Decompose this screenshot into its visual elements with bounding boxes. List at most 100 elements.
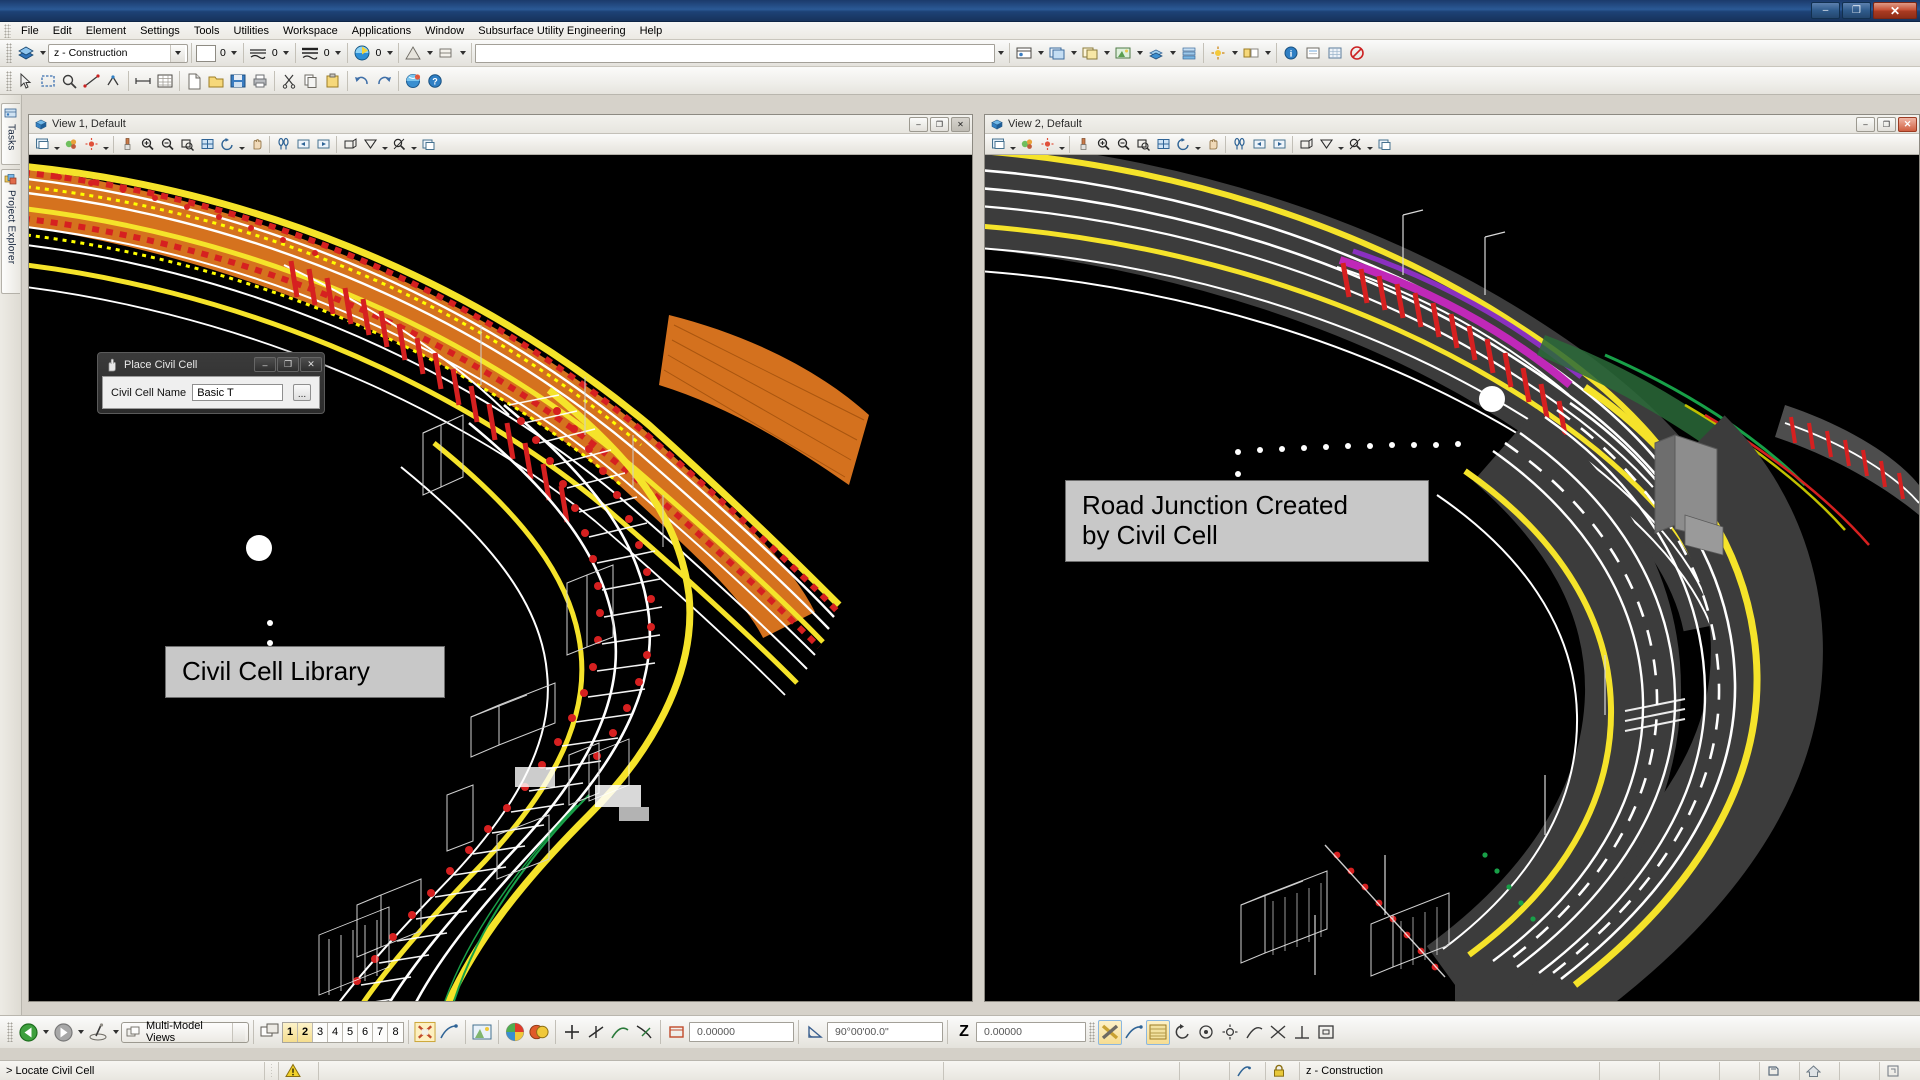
paste-icon[interactable]	[322, 70, 344, 92]
toggle-views-button[interactable]	[258, 1020, 282, 1045]
view-2-window-controls[interactable]: – ❐ ✕	[1856, 116, 1919, 132]
models-icon[interactable]	[1046, 42, 1068, 64]
table-icon[interactable]	[154, 70, 176, 92]
status-alert[interactable]	[279, 1061, 319, 1080]
print-icon[interactable]	[249, 70, 271, 92]
view-toggle-7[interactable]: 7	[373, 1022, 388, 1042]
view-attributes-icon[interactable]	[1013, 42, 1035, 64]
dialog-close-button[interactable]: ✕	[300, 357, 322, 372]
view-1-clip-front-arrow[interactable]	[409, 135, 418, 153]
view-1-clip-front-icon[interactable]	[389, 135, 409, 153]
copy-icon[interactable]	[300, 70, 322, 92]
view-2-window-area-icon[interactable]	[1133, 135, 1153, 153]
status-snap-mode[interactable]	[1230, 1061, 1266, 1080]
view-1-clip-mask-icon[interactable]	[360, 135, 380, 153]
view-2-lighting-arrow[interactable]	[1057, 135, 1066, 153]
view-1-window-controls[interactable]: – ❐ ✕	[909, 116, 972, 132]
view-toggle-5[interactable]: 5	[343, 1022, 358, 1042]
snap-midpoint-button[interactable]	[584, 1020, 608, 1045]
view-2-pan-icon[interactable]	[1202, 135, 1222, 153]
civil-accudraw-button[interactable]	[1122, 1020, 1146, 1045]
dimension-icon[interactable]	[132, 70, 154, 92]
view-window-2[interactable]: View 2, Default – ❐ ✕ Road Junction Crea…	[984, 114, 1920, 1002]
view-2-zoom-out-icon[interactable]	[1113, 135, 1133, 153]
raster-manager-icon[interactable]	[1112, 42, 1134, 64]
view-1-view-previous-icon[interactable]	[293, 135, 313, 153]
snap-tangent-button[interactable]	[608, 1020, 632, 1045]
color-dropdown-arrow[interactable]	[229, 42, 240, 64]
menu-tools[interactable]: Tools	[187, 24, 227, 38]
element-class-icon[interactable]	[351, 42, 373, 64]
view-attributes-arrow[interactable]	[1035, 42, 1046, 64]
menu-utilities[interactable]: Utilities	[227, 24, 276, 38]
level-display-icon[interactable]	[1178, 42, 1200, 64]
menu-grip[interactable]	[4, 23, 11, 38]
menu-settings[interactable]: Settings	[133, 24, 187, 38]
view-2-clip-mask-arrow[interactable]	[1336, 135, 1345, 153]
references-arrow[interactable]	[1101, 42, 1112, 64]
raster-manager-arrow[interactable]	[1134, 42, 1145, 64]
view-1-minimize-button[interactable]: –	[909, 116, 928, 132]
view-toggle-8[interactable]: 8	[388, 1022, 403, 1042]
distance-icon[interactable]	[665, 1020, 689, 1045]
restore-button[interactable]: ❐	[1842, 2, 1871, 19]
minimize-button[interactable]: –	[1811, 2, 1840, 19]
view-1-window-area-icon[interactable]	[177, 135, 197, 153]
level-combo[interactable]: z - Construction	[48, 43, 188, 63]
view-1-display-style-icon[interactable]	[61, 135, 81, 153]
view-toggle-6[interactable]: 6	[358, 1022, 373, 1042]
explorer-arrow[interactable]	[1262, 42, 1273, 64]
view-1-zoom-out-icon[interactable]	[157, 135, 177, 153]
render-globe-icon[interactable]	[402, 70, 424, 92]
view-2-clip-front-icon[interactable]	[1345, 135, 1365, 153]
view-1-view-attributes-arrow[interactable]	[52, 135, 61, 153]
line-style-dropdown-arrow[interactable]	[281, 42, 292, 64]
view-number-toggles[interactable]: 1 2 3 4 5 6 7 8	[282, 1021, 404, 1043]
active-level-dropdown-arrow[interactable]	[37, 42, 48, 64]
new-file-icon[interactable]	[183, 70, 205, 92]
view-2-view-attributes-arrow[interactable]	[1008, 135, 1017, 153]
view-1-rotate-view-icon[interactable]	[217, 135, 237, 153]
priority-dropdown-arrow[interactable]	[457, 42, 468, 64]
info-icon[interactable]: i	[1280, 42, 1302, 64]
menu-edit[interactable]: Edit	[46, 24, 79, 38]
dialog-window-controls[interactable]: – ❐ ✕	[254, 357, 322, 372]
snap-perpendicular-button[interactable]	[632, 1020, 656, 1045]
perpendicular-snap-button[interactable]	[1290, 1020, 1314, 1045]
dialog-minimize-button[interactable]: –	[254, 357, 276, 372]
bottom-grip-2[interactable]	[1089, 1022, 1095, 1042]
toolbar-grip-1[interactable]	[6, 43, 12, 63]
view-2-rotate-view-arrow[interactable]	[1193, 135, 1202, 153]
view-2-restore-button[interactable]: ❐	[1877, 116, 1896, 132]
view-2-zoom-in-icon[interactable]	[1093, 135, 1113, 153]
analyze-element-icon[interactable]	[103, 70, 125, 92]
view-rotation-arrow[interactable]	[110, 1021, 121, 1043]
view-2-view-previous-icon[interactable]	[1249, 135, 1269, 153]
view-rotation-button[interactable]	[86, 1020, 110, 1045]
toolbar-grip-2[interactable]	[6, 70, 12, 91]
view-next-arrow[interactable]	[75, 1021, 86, 1043]
cut-icon[interactable]	[278, 70, 300, 92]
menu-subsurface-utility-engineering[interactable]: Subsurface Utility Engineering	[471, 24, 632, 38]
color-swatch[interactable]	[195, 42, 217, 64]
view-2-clip-front-arrow[interactable]	[1365, 135, 1374, 153]
display-mode-button[interactable]	[470, 1020, 494, 1045]
line-style-icon[interactable]	[247, 42, 269, 64]
priority-icon[interactable]	[435, 42, 457, 64]
fence-icon[interactable]	[37, 70, 59, 92]
undo-icon[interactable]	[351, 70, 373, 92]
level-manager-arrow[interactable]	[1167, 42, 1178, 64]
level-manager-icon[interactable]	[1145, 42, 1167, 64]
angle-field[interactable]: 90°00'00.0"	[827, 1022, 943, 1042]
window-controls[interactable]: – ❐ ✕	[1809, 2, 1917, 19]
transparency-dropdown-arrow[interactable]	[424, 42, 435, 64]
transparency-icon[interactable]	[402, 42, 424, 64]
menu-help[interactable]: Help	[633, 24, 670, 38]
sun-button[interactable]	[1218, 1020, 1242, 1045]
view-previous-arrow[interactable]	[40, 1021, 51, 1043]
status-home-button[interactable]	[1800, 1061, 1840, 1080]
target-button[interactable]	[1194, 1020, 1218, 1045]
menu-workspace[interactable]: Workspace	[276, 24, 345, 38]
view-1-lighting-icon[interactable]	[81, 135, 101, 153]
view-1-title-bar[interactable]: View 1, Default – ❐ ✕	[29, 115, 972, 134]
